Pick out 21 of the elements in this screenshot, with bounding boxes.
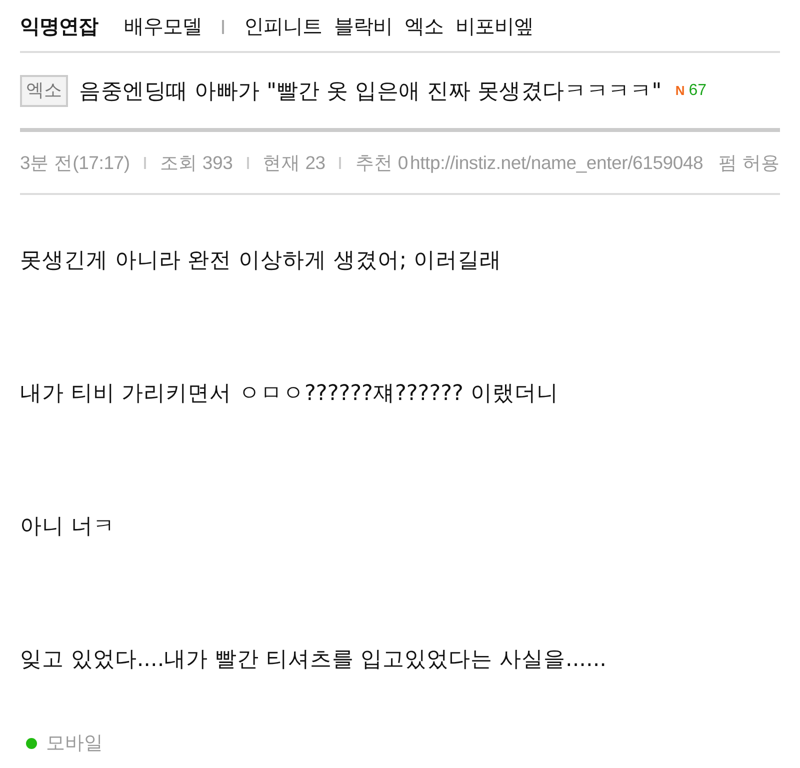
tag-link[interactable]: 인피니트 xyxy=(244,13,322,40)
copy-permission-text: 펌 허용 xyxy=(718,151,780,175)
new-label: N xyxy=(675,83,685,98)
tag-link[interactable]: 비포비엪 xyxy=(456,13,534,40)
post-title: 음중엔딩때 아빠가 "빨간 옷 입은애 진짜 못생겼다ㅋㅋㅋㅋ" xyxy=(79,78,662,105)
status-dot-icon xyxy=(26,738,37,748)
post-meta-text: 3분 전(17:17) xyxy=(20,151,130,175)
post-paragraph: 아니 너ㅋ xyxy=(20,513,116,541)
post-meta-text: 추천 0 xyxy=(355,151,408,175)
board-title-link[interactable]: 익명연잡 xyxy=(20,13,98,40)
post-meta-text: 조회 393 xyxy=(160,151,233,175)
tag-link[interactable]: 블락비 xyxy=(334,13,392,40)
post-paragraph: 잊고 있었다....내가 빨간 티셔츠를 입고있었다는 사실을...... xyxy=(20,646,608,674)
post-paragraph: 못생긴게 아니라 완전 이상하게 생겼어; 이러길래 xyxy=(20,247,502,275)
category-link[interactable]: 배우모델 xyxy=(124,13,202,40)
comment-count: 67 xyxy=(688,82,707,100)
post-meta-text: 현재 23 xyxy=(262,151,326,175)
post-paragraph: 내가 티비 가리키면서 ㅇㅁㅇ??????쟤?????? 이랬더니 xyxy=(20,380,560,408)
tag-link[interactable]: 엑소 xyxy=(404,13,444,40)
category-tag[interactable]: 엑소 xyxy=(20,74,68,106)
device-label: 모바일 xyxy=(46,731,103,756)
